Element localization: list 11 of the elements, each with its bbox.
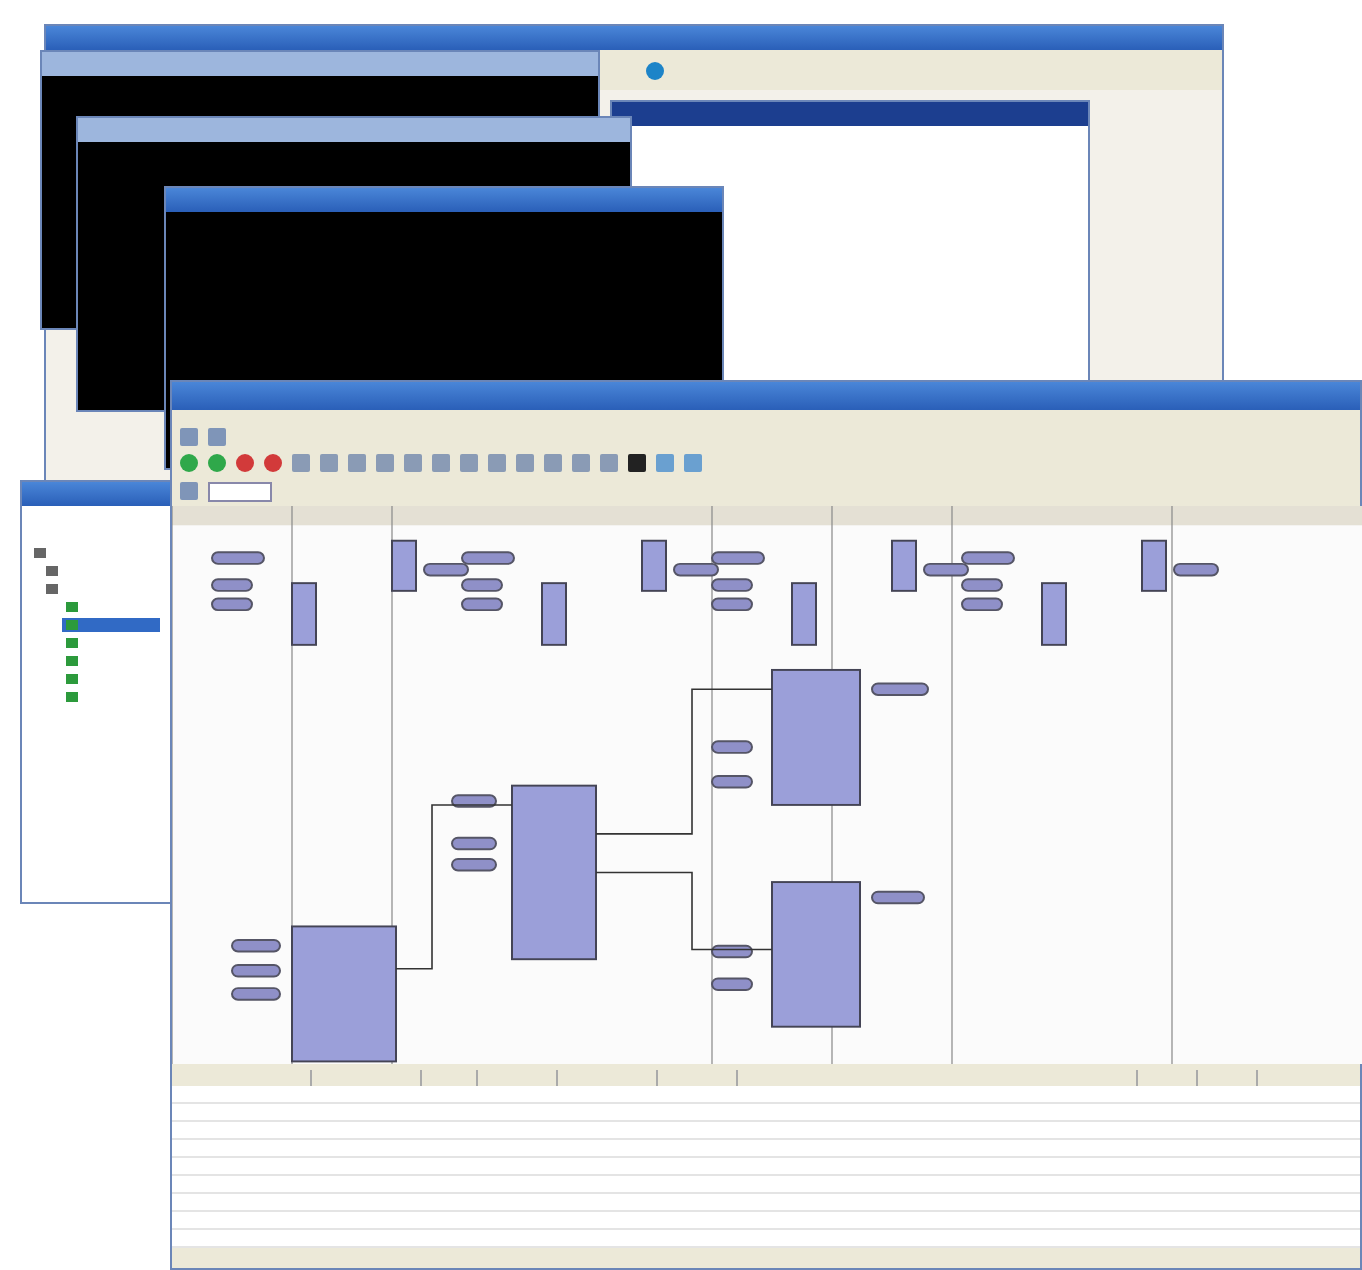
node-icon [34,548,46,558]
node-icon [66,620,78,630]
node-icon [66,656,78,666]
node-icon [66,638,78,648]
globe-icon[interactable] [646,61,664,79]
node-icon [66,692,78,702]
dropdown[interactable] [208,481,272,502]
node-icon [46,584,58,594]
node-icon [66,674,78,684]
node-icon [66,602,78,612]
node-icon [46,566,58,576]
